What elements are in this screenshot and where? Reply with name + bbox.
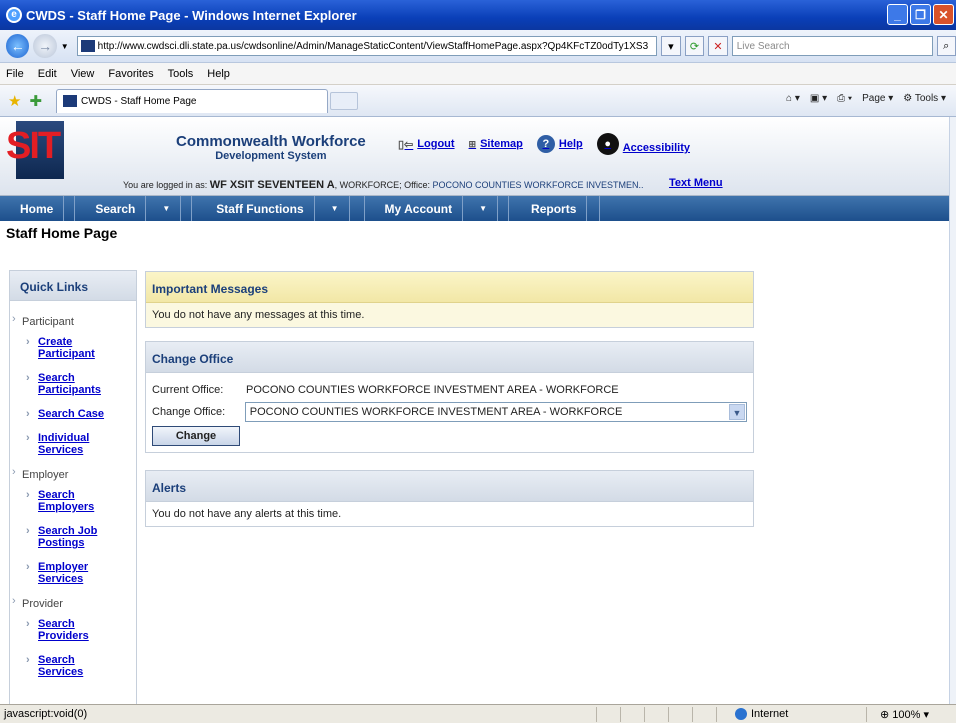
ql-employer-services[interactable]: Employer Services (10, 561, 100, 585)
history-dropdown-icon[interactable]: ▼ (61, 42, 69, 51)
nav-home[interactable]: Home (0, 196, 76, 221)
zoom-level[interactable]: ⊕ 100% ▾ (880, 708, 929, 721)
nav-my-account[interactable]: My Account ▼ (365, 196, 510, 221)
change-office-title: Change Office (146, 342, 753, 373)
status-text: javascript:void(0) (4, 708, 88, 720)
change-office-button[interactable]: Change (152, 426, 240, 446)
site-header: SIT Commonwealth Workforce Development S… (0, 117, 949, 196)
close-button[interactable]: ✕ (933, 4, 954, 25)
page-menu[interactable]: Page ▾ (862, 93, 893, 104)
logged-in-info: You are logged in as: WF XSIT SEVENTEEN … (123, 179, 644, 191)
menu-tools[interactable]: Tools (168, 68, 194, 80)
main-nav: Home Search ▼ Staff Functions ▼ My Account… (0, 196, 949, 221)
sitemap-link[interactable]: ⊞ Sitemap (469, 138, 523, 150)
tab-staff-home[interactable]: CWDS - Staff Home Page (56, 88, 329, 113)
minimize-button[interactable]: _ (887, 4, 908, 25)
tab-bar: ★ ✚ CWDS - Staff Home Page ⌂ ▾ ▣ ▾ ⎙ ▾ P… (0, 85, 956, 117)
back-button[interactable]: ← (6, 34, 30, 58)
menu-favorites[interactable]: Favorites (108, 68, 153, 80)
chevron-down-icon: ▼ (152, 196, 182, 221)
add-favorites-icon[interactable]: ✚ (29, 92, 42, 110)
ql-search-case[interactable]: Search Case (10, 408, 136, 420)
change-office-label: Change Office: (152, 406, 226, 418)
feeds-icon[interactable]: ▣ ▾ (810, 93, 827, 104)
refresh-button[interactable]: ⟳ (684, 36, 705, 56)
accessibility-icon: ● (596, 133, 619, 155)
logout-icon: ▯⇦ (398, 138, 414, 151)
forward-button[interactable]: → (33, 34, 57, 58)
security-zone: Internet (735, 708, 788, 721)
messages-title: Important Messages (146, 272, 753, 303)
window-titlebar: e CWDS - Staff Home Page - Windows Inter… (0, 0, 956, 30)
help-icon: ? (536, 135, 555, 153)
alerts-title: Alerts (146, 471, 753, 502)
ie-icon: e (6, 7, 22, 23)
chevron-down-icon: ▼ (321, 196, 350, 221)
chevron-down-icon: ▼ (469, 196, 499, 221)
text-menu-link[interactable]: Text Menu (669, 177, 723, 189)
ql-section-provider: Provider (10, 595, 136, 610)
menu-file[interactable]: File (6, 68, 24, 80)
stop-button[interactable]: ✕ (708, 36, 728, 56)
messages-text: You do not have any messages at this tim… (146, 303, 753, 327)
vertical-scrollbar[interactable] (949, 117, 956, 704)
ql-section-employer: Employer (10, 466, 136, 481)
page-content: SIT Commonwealth Workforce Development S… (0, 117, 949, 704)
ql-search-job-postings[interactable]: Search Job Postings (10, 525, 110, 549)
menu-edit[interactable]: Edit (38, 68, 57, 80)
ql-search-employers[interactable]: Search Employers (10, 489, 100, 513)
tools-menu[interactable]: ⚙ Tools ▾ (903, 93, 946, 104)
ql-search-providers[interactable]: Search Providers (10, 618, 100, 642)
menu-bar: File Edit View Favorites Tools Help (0, 63, 956, 85)
window-title: CWDS - Staff Home Page - Windows Interne… (26, 7, 357, 23)
address-bar: ← → ▼ http://www.cwdsci.dli.state.pa.us/… (0, 30, 956, 63)
important-messages-panel: Important Messages You do not have any m… (145, 271, 754, 328)
menu-help[interactable]: Help (207, 68, 230, 80)
search-input[interactable]: Live Search (731, 36, 933, 56)
quick-links-panel: Quick Links Participant Create Participa… (9, 270, 137, 704)
site-favicon-icon (80, 40, 95, 52)
search-icon[interactable]: ⌕ (936, 36, 956, 56)
sit-logo: SIT (6, 121, 68, 179)
sitemap-icon: ⊞ (468, 138, 477, 149)
home-icon[interactable]: ⌂ ▾ (786, 93, 800, 104)
alerts-text: You do not have any alerts at this time. (152, 508, 342, 520)
ql-individual-services[interactable]: Individual Services (10, 432, 100, 456)
nav-reports[interactable]: Reports (509, 196, 601, 221)
favorites-star-icon[interactable]: ★ (8, 92, 21, 110)
change-office-panel: Change Office Current Office: POCONO COU… (145, 341, 754, 453)
ql-section-participant: Participant (10, 313, 136, 328)
globe-icon (735, 708, 747, 721)
url-field[interactable]: http://www.cwdsci.dli.state.pa.us/cwdson… (76, 36, 658, 56)
quick-links-title: Quick Links (10, 271, 136, 301)
print-icon[interactable]: ⎙ ▾ (837, 93, 852, 104)
alerts-panel: Alerts You do not have any alerts at thi… (145, 470, 754, 527)
chevron-down-icon: ▼ (729, 404, 745, 420)
restore-button[interactable]: ❐ (910, 4, 931, 25)
help-link[interactable]: ? Help (536, 135, 583, 153)
ql-search-participants[interactable]: Search Participants (10, 372, 101, 396)
new-tab-button[interactable] (330, 91, 359, 110)
ql-search-services[interactable]: Search Services (10, 654, 100, 678)
logout-link[interactable]: ▯⇦ Logout (398, 138, 455, 151)
ql-create-participant[interactable]: Create Participant (10, 336, 100, 360)
page-title: Staff Home Page (6, 225, 118, 241)
current-office-label: Current Office: (152, 384, 224, 396)
tab-favicon-icon (63, 95, 78, 107)
menu-view[interactable]: View (71, 68, 95, 80)
nav-search[interactable]: Search ▼ (75, 196, 193, 221)
system-name: Commonwealth Workforce Development Syste… (176, 133, 366, 162)
current-office-value: POCONO COUNTIES WORKFORCE INVESTMENT ARE… (246, 384, 619, 396)
accessibility-link[interactable]: ● Accessibility (596, 133, 690, 155)
status-bar: javascript:void(0) Internet ⊕ 100% ▾ (0, 704, 956, 723)
change-office-select[interactable]: POCONO COUNTIES WORKFORCE INVESTMENT ARE… (244, 402, 747, 422)
url-dropdown-button[interactable]: ▾ (661, 36, 681, 56)
nav-staff-functions[interactable]: Staff Functions ▼ (192, 196, 365, 221)
